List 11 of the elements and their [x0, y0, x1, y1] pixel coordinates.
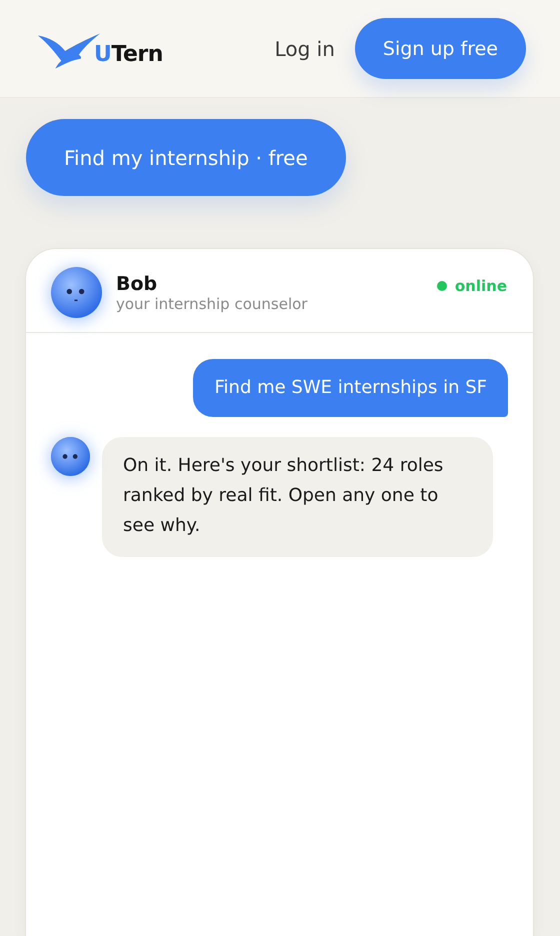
status-label: online [454, 276, 507, 294]
find-internship-button[interactable]: Find my internship · free [26, 119, 346, 196]
signup-button[interactable]: Sign up free [354, 18, 526, 79]
avatar-icon [51, 437, 90, 476]
avatar-icon [51, 267, 102, 318]
logo-text: UTern [94, 42, 163, 66]
login-link[interactable]: Log in [274, 36, 335, 60]
bot-message: On it. Here's your shortlist: 24 roles ranked by real fit. Open any one to see why. [102, 437, 493, 557]
user-message: Find me SWE internships in SF [193, 359, 508, 417]
counselor-role: your internship counselor [116, 294, 308, 312]
counselor-name: Bob [116, 272, 158, 294]
